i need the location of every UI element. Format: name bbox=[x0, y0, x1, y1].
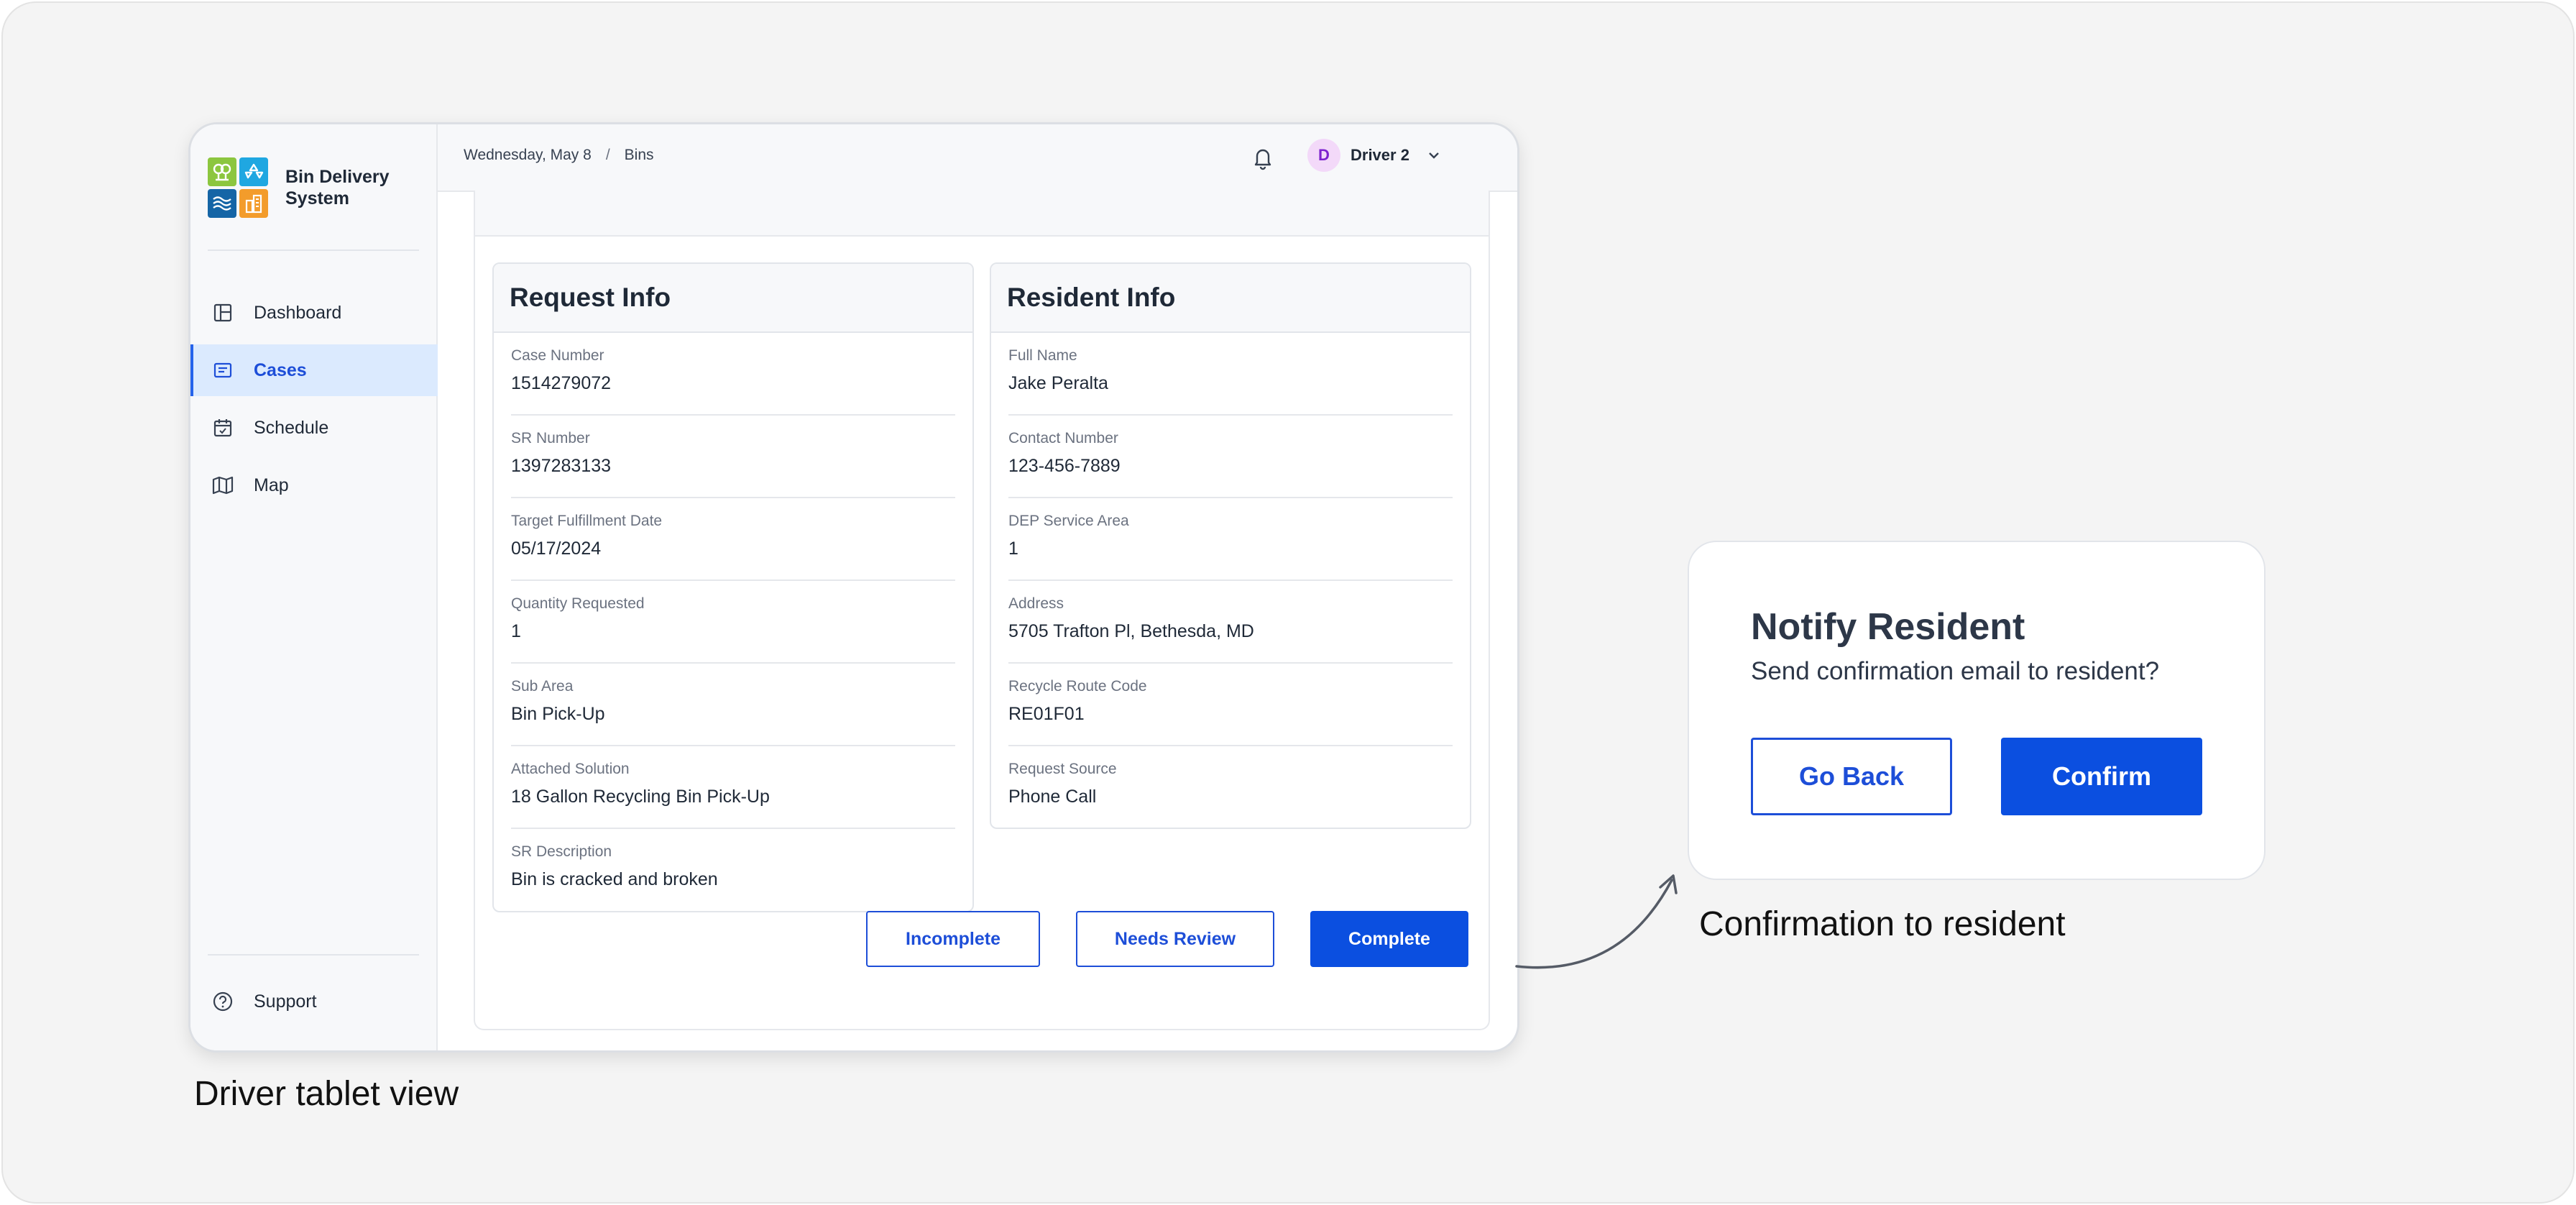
dialog-caption: Confirmation to resident bbox=[1699, 905, 2066, 943]
breadcrumb: Wednesday, May 8 / Bins bbox=[464, 147, 654, 164]
sidebar-item-label: Schedule bbox=[254, 417, 329, 438]
field-quantity: Quantity Requested 1 bbox=[511, 581, 955, 664]
brand[interactable]: Bin Delivery System bbox=[208, 157, 408, 218]
case-detail-panel: Request Info Case Number 1514279072 SR Nu… bbox=[474, 191, 1490, 1030]
sidebar-item-dashboard[interactable]: Dashboard bbox=[190, 287, 435, 339]
field-value: 1 bbox=[511, 621, 521, 641]
field-value: 5705 Trafton Pl, Bethesda, MD bbox=[1008, 621, 1254, 641]
map-icon bbox=[212, 475, 234, 496]
go-back-button[interactable]: Go Back bbox=[1751, 738, 1952, 815]
water-icon bbox=[208, 189, 236, 218]
field-value: Phone Call bbox=[1008, 787, 1097, 807]
calendar-icon bbox=[212, 417, 234, 439]
chevron-down-icon[interactable] bbox=[1425, 147, 1443, 164]
field-service-area: DEP Service Area 1 bbox=[1008, 498, 1453, 581]
help-icon bbox=[212, 991, 234, 1012]
field-target-date: Target Fulfillment Date 05/17/2024 bbox=[511, 498, 955, 581]
field-sub-area: Sub Area Bin Pick-Up bbox=[511, 664, 955, 746]
field-label: Recycle Route Code bbox=[1008, 678, 1147, 695]
field-label: Request Source bbox=[1008, 761, 1117, 777]
dashboard-icon bbox=[212, 302, 234, 324]
dialog-message: Send confirmation email to resident? bbox=[1751, 657, 2160, 685]
field-label: SR Description bbox=[511, 843, 612, 860]
sidebar-item-label: Cases bbox=[254, 359, 307, 380]
card-title: Request Info bbox=[494, 264, 972, 333]
field-contact-number: Contact Number 123-456-7889 bbox=[1008, 416, 1453, 498]
bell-icon[interactable] bbox=[1248, 143, 1277, 172]
needs-review-button[interactable]: Needs Review bbox=[1076, 911, 1274, 967]
sidebar-divider bbox=[208, 249, 419, 251]
breadcrumb-date: Wednesday, May 8 bbox=[464, 147, 592, 163]
user-menu[interactable]: D Driver 2 bbox=[1307, 139, 1443, 172]
resident-info-card: Resident Info Full Name Jake Peralta Cont… bbox=[990, 262, 1471, 829]
field-value: 1 bbox=[1008, 539, 1018, 559]
request-info-card: Request Info Case Number 1514279072 SR Nu… bbox=[492, 262, 974, 912]
recycle-icon bbox=[239, 157, 268, 186]
field-value: 1397283133 bbox=[511, 456, 612, 476]
field-case-number: Case Number 1514279072 bbox=[511, 333, 955, 416]
sidebar-item-cases[interactable]: Cases bbox=[190, 344, 438, 396]
field-value: Bin Pick-Up bbox=[511, 704, 605, 724]
field-label: Contact Number bbox=[1008, 430, 1118, 446]
sidebar-divider bbox=[208, 954, 419, 956]
breadcrumb-separator: / bbox=[605, 147, 610, 163]
dialog-title: Notify Resident bbox=[1751, 606, 2025, 648]
field-label: Full Name bbox=[1008, 347, 1077, 364]
field-label: SR Number bbox=[511, 430, 590, 446]
sidebar-item-schedule[interactable]: Schedule bbox=[190, 402, 435, 454]
avatar: D bbox=[1307, 139, 1340, 172]
arrow-connector bbox=[1515, 874, 1678, 969]
field-label: Target Fulfillment Date bbox=[511, 513, 663, 529]
field-value: Jake Peralta bbox=[1008, 373, 1108, 393]
field-label: Sub Area bbox=[511, 678, 574, 695]
confirm-button[interactable]: Confirm bbox=[2001, 738, 2202, 815]
breadcrumb-section[interactable]: Bins bbox=[625, 147, 654, 163]
building-icon bbox=[239, 189, 268, 218]
field-value: 18 Gallon Recycling Bin Pick-Up bbox=[511, 787, 770, 807]
field-value: 1514279072 bbox=[511, 373, 612, 393]
field-value: RE01F01 bbox=[1008, 704, 1085, 724]
sidebar-item-label: Support bbox=[254, 991, 317, 1012]
panel-header-strip bbox=[475, 191, 1489, 237]
field-label: Quantity Requested bbox=[511, 595, 645, 612]
tree-icon bbox=[208, 157, 236, 186]
field-label: Case Number bbox=[511, 347, 604, 364]
sidebar-item-label: Map bbox=[254, 475, 289, 495]
canvas: Bin Delivery System Dashboard Cases Sche… bbox=[1, 1, 2575, 1204]
field-full-name: Full Name Jake Peralta bbox=[1008, 333, 1453, 416]
field-label: Attached Solution bbox=[511, 761, 630, 777]
top-bar: Wednesday, May 8 / Bins D Driver 2 bbox=[438, 124, 1517, 192]
card-title: Resident Info bbox=[991, 264, 1470, 333]
field-attached-solution: Attached Solution 18 Gallon Recycling Bin… bbox=[511, 746, 955, 829]
complete-button[interactable]: Complete bbox=[1310, 911, 1468, 967]
field-sr-number: SR Number 1397283133 bbox=[511, 416, 955, 498]
incomplete-button[interactable]: Incomplete bbox=[866, 911, 1040, 967]
sidebar: Bin Delivery System Dashboard Cases Sche… bbox=[190, 124, 438, 1050]
sidebar-item-map[interactable]: Map bbox=[190, 459, 435, 511]
cases-icon bbox=[212, 359, 234, 381]
tablet-caption: Driver tablet view bbox=[194, 1075, 459, 1113]
notify-resident-dialog: Notify Resident Send confirmation email … bbox=[1688, 541, 2266, 880]
sidebar-item-label: Dashboard bbox=[254, 302, 342, 323]
field-value: Bin is cracked and broken bbox=[511, 869, 718, 889]
field-value: 05/17/2024 bbox=[511, 539, 602, 559]
app-logo bbox=[208, 157, 268, 218]
sidebar-item-support[interactable]: Support bbox=[190, 976, 435, 1027]
field-sr-description: SR Description Bin is cracked and broken bbox=[511, 829, 955, 910]
field-label: DEP Service Area bbox=[1008, 513, 1129, 529]
tablet-frame: Bin Delivery System Dashboard Cases Sche… bbox=[188, 122, 1519, 1053]
field-route-code: Recycle Route Code RE01F01 bbox=[1008, 664, 1453, 746]
user-name: Driver 2 bbox=[1351, 146, 1409, 164]
field-value: 123-456-7889 bbox=[1008, 456, 1121, 476]
field-address: Address 5705 Trafton Pl, Bethesda, MD bbox=[1008, 581, 1453, 664]
app-title: Bin Delivery System bbox=[285, 167, 390, 209]
field-request-source: Request Source Phone Call bbox=[1008, 746, 1453, 828]
field-label: Address bbox=[1008, 595, 1064, 612]
